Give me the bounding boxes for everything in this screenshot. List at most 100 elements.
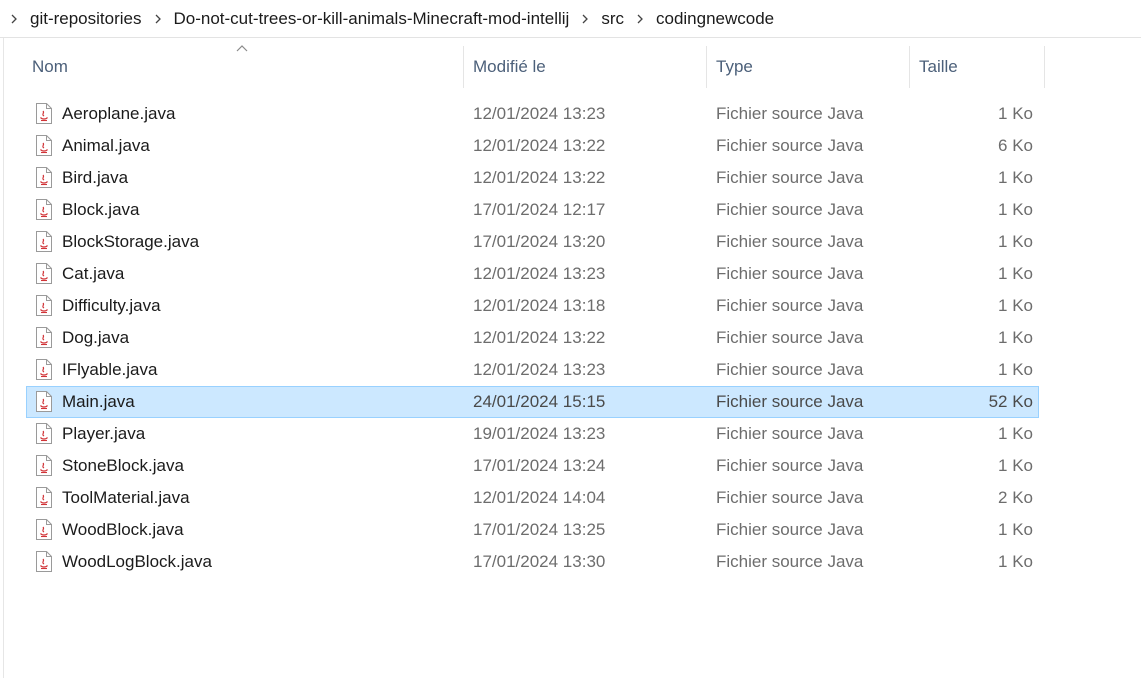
column-header-type-label: Type bbox=[716, 57, 753, 76]
file-type: Fichier source Java bbox=[716, 520, 864, 539]
file-type: Fichier source Java bbox=[716, 264, 864, 283]
java-file-icon bbox=[36, 391, 52, 412]
file-size: 1 Ko bbox=[998, 168, 1033, 187]
file-type: Fichier source Java bbox=[716, 296, 864, 315]
file-modified-date: 12/01/2024 13:23 bbox=[473, 264, 606, 283]
file-row[interactable]: Aeroplane.java 12/01/2024 13:23 Fichier so… bbox=[26, 98, 1039, 130]
file-row[interactable]: Main.java 24/01/2024 15:15 Fichier source … bbox=[26, 386, 1039, 418]
file-row[interactable]: Block.java 17/01/2024 12:17 Fichier source… bbox=[26, 194, 1039, 226]
file-name: Aeroplane.java bbox=[62, 104, 176, 123]
java-file-icon bbox=[36, 167, 52, 188]
file-name: StoneBlock.java bbox=[62, 456, 184, 475]
file-type: Fichier source Java bbox=[716, 424, 864, 443]
file-type: Fichier source Java bbox=[716, 392, 864, 411]
chevron-right-icon[interactable] bbox=[575, 9, 595, 29]
file-type: Fichier source Java bbox=[716, 104, 864, 123]
file-modified-date: 17/01/2024 13:25 bbox=[473, 520, 606, 539]
file-size: 1 Ko bbox=[998, 200, 1033, 219]
file-modified-date: 24/01/2024 15:15 bbox=[473, 392, 606, 411]
file-size: 2 Ko bbox=[998, 488, 1033, 507]
java-file-icon bbox=[36, 103, 52, 124]
file-row[interactable]: WoodLogBlock.java 17/01/2024 13:30 Fichier… bbox=[26, 546, 1039, 578]
file-modified-date: 17/01/2024 12:17 bbox=[473, 200, 606, 219]
file-name: Animal.java bbox=[62, 136, 150, 155]
file-row[interactable]: Player.java 19/01/2024 13:23 Fichier sourc… bbox=[26, 418, 1039, 450]
chevron-right-icon[interactable] bbox=[630, 9, 650, 29]
file-type: Fichier source Java bbox=[716, 360, 864, 379]
file-size: 1 Ko bbox=[998, 296, 1033, 315]
file-modified-date: 17/01/2024 13:24 bbox=[473, 456, 606, 475]
file-name: BlockStorage.java bbox=[62, 232, 200, 251]
chevron-right-icon[interactable] bbox=[4, 9, 24, 29]
column-header-modified[interactable]: Modifié le bbox=[464, 46, 707, 88]
breadcrumb-item-current-folder[interactable]: codingnewcode bbox=[650, 9, 780, 29]
pane-border bbox=[3, 38, 4, 678]
file-row[interactable]: Animal.java 12/01/2024 13:22 Fichier sourc… bbox=[26, 130, 1039, 162]
file-size: 52 Ko bbox=[988, 392, 1033, 411]
java-file-icon bbox=[36, 487, 52, 508]
file-name: ToolMaterial.java bbox=[62, 488, 190, 507]
file-name: Main.java bbox=[62, 392, 135, 411]
column-header-name-label: Nom bbox=[32, 57, 68, 76]
file-size: 1 Ko bbox=[998, 328, 1033, 347]
file-type: Fichier source Java bbox=[716, 232, 864, 251]
file-row[interactable]: Bird.java 12/01/2024 13:22 Fichier source … bbox=[26, 162, 1039, 194]
file-type: Fichier source Java bbox=[716, 200, 864, 219]
file-size: 1 Ko bbox=[998, 520, 1033, 539]
column-header-type[interactable]: Type bbox=[707, 46, 910, 88]
breadcrumb-item-src[interactable]: src bbox=[595, 9, 630, 29]
file-size: 1 Ko bbox=[998, 360, 1033, 379]
file-modified-date: 12/01/2024 13:22 bbox=[473, 328, 606, 347]
column-header-modified-label: Modifié le bbox=[473, 57, 546, 76]
file-name: Cat.java bbox=[62, 264, 125, 283]
file-type: Fichier source Java bbox=[716, 456, 864, 475]
file-type: Fichier source Java bbox=[716, 328, 864, 347]
file-name: Player.java bbox=[62, 424, 146, 443]
breadcrumb-item-git-repositories[interactable]: git-repositories bbox=[24, 9, 148, 29]
file-row[interactable]: IFlyable.java 12/01/2024 13:23 Fichier sou… bbox=[26, 354, 1039, 386]
java-file-icon bbox=[36, 455, 52, 476]
java-file-icon bbox=[36, 295, 52, 316]
file-type: Fichier source Java bbox=[716, 136, 864, 155]
java-file-icon bbox=[36, 423, 52, 444]
file-name: IFlyable.java bbox=[62, 360, 158, 379]
file-size: 1 Ko bbox=[998, 424, 1033, 443]
java-file-icon bbox=[36, 135, 52, 156]
file-modified-date: 17/01/2024 13:30 bbox=[473, 552, 606, 571]
java-file-icon bbox=[36, 327, 52, 348]
file-modified-date: 12/01/2024 13:22 bbox=[473, 136, 606, 155]
breadcrumb-item-project[interactable]: Do-not-cut-trees-or-kill-animals-Minecra… bbox=[168, 9, 576, 29]
java-file-icon bbox=[36, 263, 52, 284]
file-row[interactable]: Difficulty.java 12/01/2024 13:18 Fichier s… bbox=[26, 290, 1039, 322]
file-modified-date: 12/01/2024 14:04 bbox=[473, 488, 606, 507]
file-modified-date: 12/01/2024 13:23 bbox=[473, 360, 606, 379]
chevron-right-icon[interactable] bbox=[148, 9, 168, 29]
file-name: Difficulty.java bbox=[62, 296, 161, 315]
java-file-icon bbox=[36, 551, 52, 572]
file-size: 6 Ko bbox=[998, 136, 1033, 155]
java-file-icon bbox=[36, 231, 52, 252]
file-row[interactable]: BlockStorage.java 17/01/2024 13:20 Fichier… bbox=[26, 226, 1039, 258]
file-name: Bird.java bbox=[62, 168, 129, 187]
file-row[interactable]: Cat.java 12/01/2024 13:23 Fichier source J… bbox=[26, 258, 1039, 290]
file-name: WoodLogBlock.java bbox=[62, 552, 212, 571]
column-header-name[interactable]: Nom bbox=[0, 46, 464, 88]
file-type: Fichier source Java bbox=[716, 168, 864, 187]
file-row[interactable]: Dog.java 12/01/2024 13:22 Fichier source J… bbox=[26, 322, 1039, 354]
java-file-icon bbox=[36, 199, 52, 220]
file-size: 1 Ko bbox=[998, 232, 1033, 251]
file-row[interactable]: WoodBlock.java 17/01/2024 13:25 Fichier so… bbox=[26, 514, 1039, 546]
file-size: 1 Ko bbox=[998, 552, 1033, 571]
file-name: WoodBlock.java bbox=[62, 520, 184, 539]
file-row[interactable]: StoneBlock.java 17/01/2024 13:24 Fichier s… bbox=[26, 450, 1039, 482]
java-file-icon bbox=[36, 359, 52, 380]
column-header-size[interactable]: Taille bbox=[910, 46, 1045, 88]
file-modified-date: 12/01/2024 13:23 bbox=[473, 104, 606, 123]
file-name: Block.java bbox=[62, 200, 140, 219]
file-modified-date: 12/01/2024 13:22 bbox=[473, 168, 606, 187]
file-modified-date: 12/01/2024 13:18 bbox=[473, 296, 606, 315]
file-row[interactable]: ToolMaterial.java 12/01/2024 14:04 Fichier… bbox=[26, 482, 1039, 514]
file-name: Dog.java bbox=[62, 328, 130, 347]
file-type: Fichier source Java bbox=[716, 488, 864, 507]
breadcrumb: git-repositories Do-not-cut-trees-or-kil… bbox=[0, 0, 1141, 38]
